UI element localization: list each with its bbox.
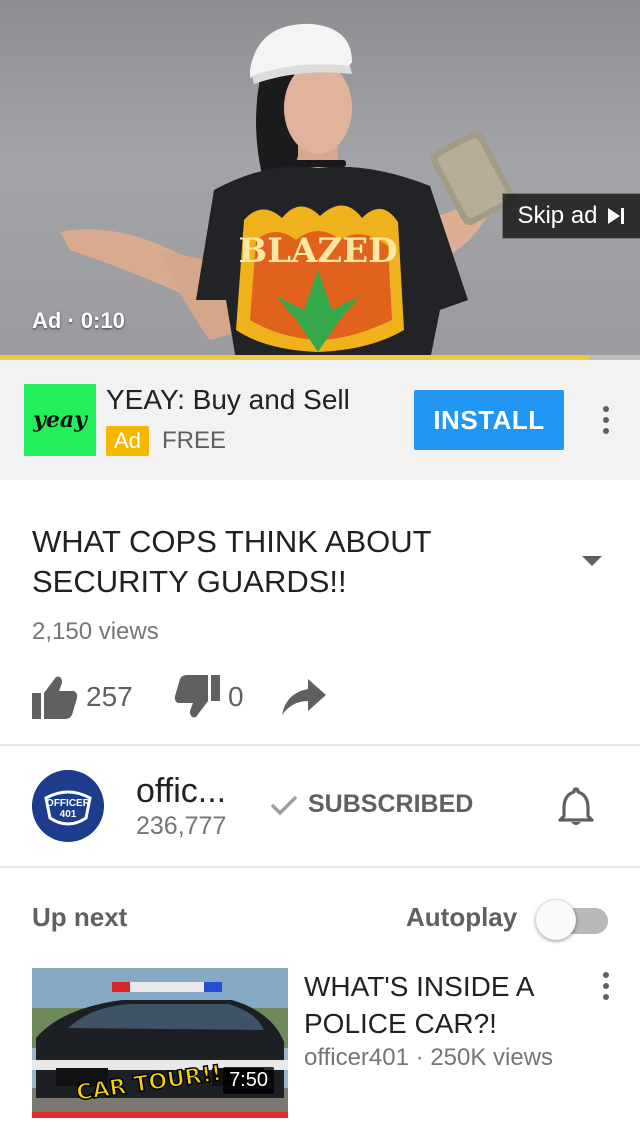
ad-app-logo[interactable]: yeay <box>24 384 96 456</box>
svg-text:401: 401 <box>60 809 77 820</box>
skip-ad-label: Skip ad <box>517 202 598 229</box>
ad-price: FREE <box>162 427 227 454</box>
watched-progress-bar <box>32 1112 288 1118</box>
channel-name[interactable]: offic... <box>136 772 226 811</box>
up-next-heading: Up next <box>32 902 128 932</box>
more-vert-icon[interactable] <box>594 400 618 440</box>
divider <box>0 866 640 868</box>
subscribed-button[interactable]: SUBSCRIBED <box>270 790 473 819</box>
divider <box>0 744 640 746</box>
svg-text:BLAZED: BLAZED <box>238 231 397 271</box>
thumb-down-icon <box>174 675 220 718</box>
autoplay-toggle[interactable] <box>536 900 608 940</box>
autoplay-label: Autoplay <box>406 902 518 932</box>
ad-timer: Ad · 0:10 <box>32 308 125 333</box>
skip-next-icon <box>607 208 624 224</box>
more-vert-icon[interactable] <box>594 966 618 1006</box>
ad-banner[interactable]: yeay YEAY: Buy and Sell Ad FREE INSTALL <box>0 360 640 480</box>
ad-video-frame: BLAZED <box>60 23 515 360</box>
up-next-channel: officer401 <box>304 1044 409 1071</box>
share-icon <box>282 679 326 715</box>
view-count: 2,150 views <box>32 618 159 645</box>
subscribed-label: SUBSCRIBED <box>308 790 474 818</box>
video-duration: 7:50 <box>223 1067 274 1094</box>
share-button[interactable] <box>282 672 326 722</box>
police-car-thumbnail-image: CAR TOUR!! <box>32 968 288 1118</box>
dislike-count: 0 <box>228 681 244 712</box>
dislike-button[interactable]: 0 <box>174 672 244 722</box>
thumb-up-icon <box>32 676 78 719</box>
ad-badge: Ad <box>106 426 149 456</box>
up-next-views: 250K views <box>430 1044 554 1071</box>
check-icon <box>270 795 298 815</box>
up-next-title[interactable]: WHAT'S INSIDE A POLICE CAR?! <box>304 968 584 1042</box>
skip-ad-button[interactable]: Skip ad <box>502 193 640 239</box>
meta-separator: · <box>415 1044 424 1071</box>
notification-bell-icon[interactable] <box>558 786 594 826</box>
video-player[interactable]: BLAZED Skip ad Ad · 0:10 <box>0 0 640 360</box>
officer-badge-logo: OFFICER 401 <box>32 770 104 842</box>
video-title: WHAT COPS THINK ABOUT SECURITY GUARDS!! <box>32 524 432 599</box>
like-count: 257 <box>86 681 133 712</box>
ad-title[interactable]: YEAY: Buy and Sell <box>106 384 350 416</box>
up-next-meta: officer401 · 250K views <box>304 1044 553 1072</box>
install-button[interactable]: INSTALL <box>414 390 564 450</box>
up-next-thumbnail[interactable]: CAR TOUR!! 7:50 <box>32 968 288 1118</box>
channel-avatar[interactable]: OFFICER 401 <box>32 770 104 842</box>
expand-description-icon[interactable] <box>580 552 604 572</box>
subscriber-count: 236,777 <box>136 812 227 840</box>
like-button[interactable]: 257 <box>32 672 133 722</box>
svg-text:OFFICER: OFFICER <box>46 798 91 809</box>
